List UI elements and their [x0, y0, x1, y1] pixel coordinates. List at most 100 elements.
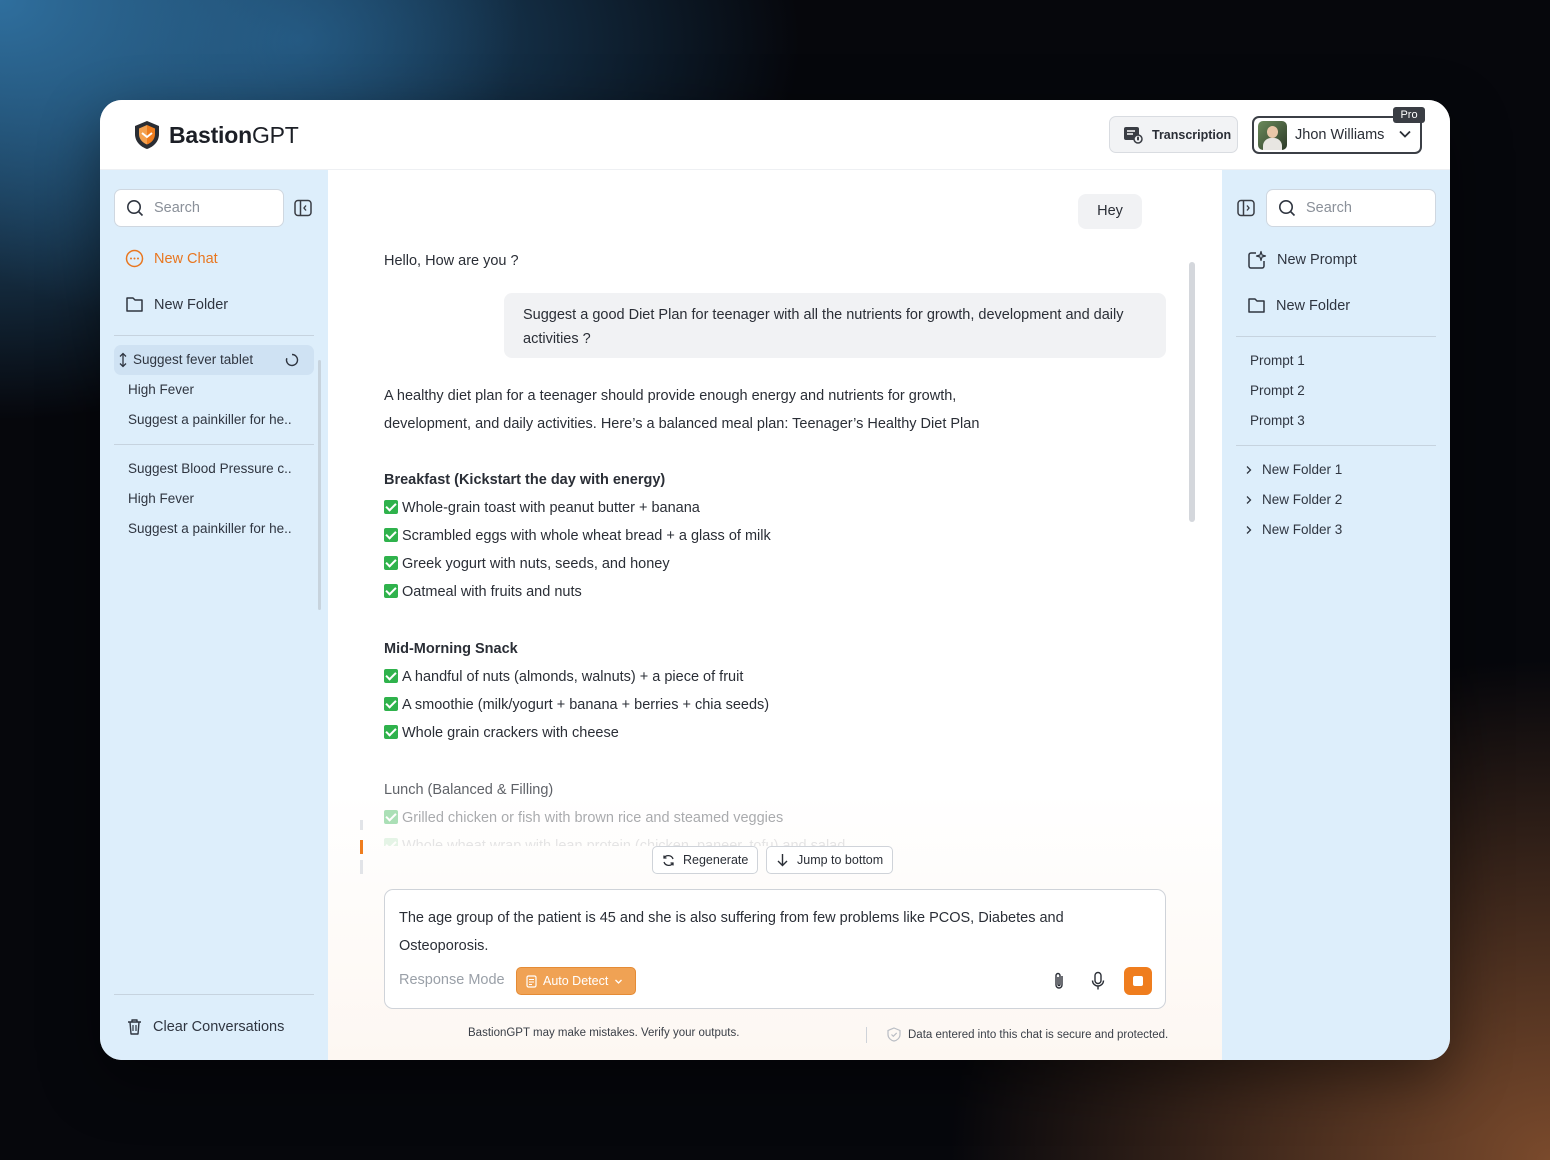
scroll-marker	[360, 860, 363, 874]
user-name: Jhon Williams	[1295, 127, 1385, 143]
left-search-input[interactable]: Search	[114, 189, 284, 227]
microphone-button[interactable]	[1084, 967, 1112, 995]
new-prompt-label: New Prompt	[1277, 252, 1357, 268]
lunch-heading: Lunch (Balanced & Filling)	[384, 782, 554, 798]
prompt-item[interactable]: Prompt 1	[1250, 353, 1305, 368]
sidebar-divider	[114, 335, 314, 336]
left-search-placeholder: Search	[154, 200, 200, 216]
prompt-item[interactable]: Prompt 3	[1250, 413, 1305, 428]
arrow-down-icon	[777, 854, 788, 867]
lunch-item: Whole wheat wrap with lean protein (chic…	[384, 832, 845, 846]
history-item[interactable]: Suggest fever tablet	[133, 352, 253, 367]
history-item[interactable]: Suggest Blood Pressure c..	[128, 461, 292, 476]
transcription-button[interactable]: Transcription	[1109, 116, 1238, 153]
disclaimer-text: BastionGPT may make mistakes. Verify you…	[468, 1027, 740, 1039]
transcription-label: Transcription	[1152, 127, 1232, 142]
lunch-item: Grilled chicken or fish with brown rice …	[384, 804, 783, 832]
new-folder-label: New Folder	[154, 296, 229, 313]
check-icon	[384, 810, 398, 824]
user-message: Suggest a good Diet Plan for teenager wi…	[504, 293, 1166, 358]
transcription-icon	[1124, 126, 1143, 144]
shield-logo-icon	[135, 121, 159, 149]
response-mode-label: Response Mode	[399, 972, 505, 988]
right-search-input[interactable]: Search	[1266, 189, 1436, 227]
stop-icon	[1133, 976, 1143, 986]
loading-spinner-icon	[285, 353, 299, 367]
auto-detect-label: Auto Detect	[543, 974, 609, 988]
collapse-sidebar-icon[interactable]	[294, 199, 312, 217]
assistant-message: Hello, How are you ?	[384, 253, 519, 269]
response-intro-line: development, and daily activities. Here’…	[384, 416, 980, 432]
document-icon	[526, 974, 537, 988]
history-item[interactable]: Suggest a painkiller for he..	[128, 412, 292, 427]
history-item[interactable]: Suggest a painkiller for he..	[128, 521, 292, 536]
drag-handle-icon[interactable]	[118, 352, 128, 368]
new-folder-button[interactable]: New Folder	[1247, 296, 1350, 315]
expand-sidebar-icon[interactable]	[1237, 199, 1255, 217]
breakfast-item: Whole-grain toast with peanut butter + b…	[384, 494, 700, 522]
history-item[interactable]: High Fever	[128, 382, 194, 397]
search-icon	[127, 200, 144, 217]
stop-generation-button[interactable]	[1124, 967, 1152, 995]
user-message: Hey	[1078, 194, 1142, 229]
folder-item[interactable]: New Folder 2	[1245, 492, 1342, 507]
jump-to-bottom-label: Jump to bottom	[797, 853, 884, 867]
paperclip-icon	[1055, 972, 1063, 989]
message-composer[interactable]: The age group of the patient is 45 and s…	[384, 889, 1166, 1009]
app-name: BastionGPT	[169, 121, 299, 148]
shield-check-icon	[887, 1027, 901, 1042]
response-intro-line: A healthy diet plan for a teenager shoul…	[384, 388, 957, 404]
chat-bubble-icon	[125, 249, 144, 268]
top-header: BastionGPT Transcription Jhon Williams P…	[100, 100, 1450, 170]
left-sidebar: Search New Chat New Folder Suggest fever…	[100, 170, 328, 1060]
scroll-marker-active	[360, 840, 363, 854]
snack-item: A smoothie (milk/yogurt + banana + berri…	[384, 691, 769, 719]
chat-area: Hey Hello, How are you ? Suggest a good …	[328, 170, 1222, 1060]
auto-detect-dropdown[interactable]: Auto Detect	[516, 967, 636, 995]
sidebar-divider	[1236, 336, 1436, 337]
chevron-down-icon	[1399, 130, 1411, 138]
breakfast-heading: Breakfast (Kickstart the day with energy…	[384, 472, 666, 488]
folder-item[interactable]: New Folder 1	[1245, 462, 1342, 477]
search-icon	[1279, 200, 1296, 217]
history-item[interactable]: High Fever	[128, 491, 194, 506]
refresh-icon	[663, 854, 674, 866]
chevron-right-icon	[1246, 495, 1252, 504]
footer-separator	[866, 1027, 867, 1043]
chevron-right-icon	[1246, 525, 1252, 534]
clear-conversations-label: Clear Conversations	[153, 1019, 285, 1035]
user-avatar	[1258, 120, 1287, 150]
folder-item[interactable]: New Folder 3	[1245, 522, 1342, 537]
trash-icon	[128, 1019, 141, 1035]
check-icon	[384, 725, 398, 739]
chevron-right-icon	[1246, 465, 1252, 474]
message-input[interactable]: The age group of the patient is 45 and s…	[399, 904, 1139, 960]
prompt-item[interactable]: Prompt 2	[1250, 383, 1305, 398]
breakfast-item: Greek yogurt with nuts, seeds, and honey	[384, 550, 670, 578]
breakfast-item: Scrambled eggs with whole wheat bread + …	[384, 522, 771, 550]
app-logo[interactable]: BastionGPT	[133, 120, 299, 150]
chat-scrollbar[interactable]	[1189, 262, 1195, 522]
new-chat-button[interactable]: New Chat	[125, 249, 218, 268]
new-folder-label: New Folder	[1276, 297, 1351, 314]
jump-to-bottom-button[interactable]: Jump to bottom	[766, 846, 894, 874]
left-scrollbar[interactable]	[318, 360, 321, 610]
app-window: BastionGPT Transcription Jhon Williams P…	[100, 100, 1450, 1060]
new-folder-button[interactable]: New Folder	[125, 295, 228, 314]
pro-badge: Pro	[1393, 107, 1425, 123]
bottom-divider	[114, 994, 314, 995]
folder-icon	[1248, 298, 1265, 313]
folder-icon	[126, 297, 143, 312]
new-prompt-button[interactable]: New Prompt	[1247, 250, 1357, 270]
attach-button[interactable]	[1045, 967, 1073, 995]
chevron-down-icon	[615, 979, 623, 984]
clear-conversations-button[interactable]: Clear Conversations	[126, 1018, 284, 1036]
snack-item: A handful of nuts (almonds, walnuts) + a…	[384, 663, 743, 691]
breakfast-item: Oatmeal with fruits and nuts	[384, 578, 582, 606]
microphone-icon	[1091, 971, 1105, 990]
sparkle-square-icon	[1248, 250, 1267, 269]
new-chat-label: New Chat	[154, 250, 218, 267]
regenerate-button[interactable]: Regenerate	[652, 846, 759, 874]
disclaimer-note: BastionGPT may make mistakes. Verify you…	[468, 1027, 739, 1039]
prompts-divider	[1236, 445, 1436, 446]
